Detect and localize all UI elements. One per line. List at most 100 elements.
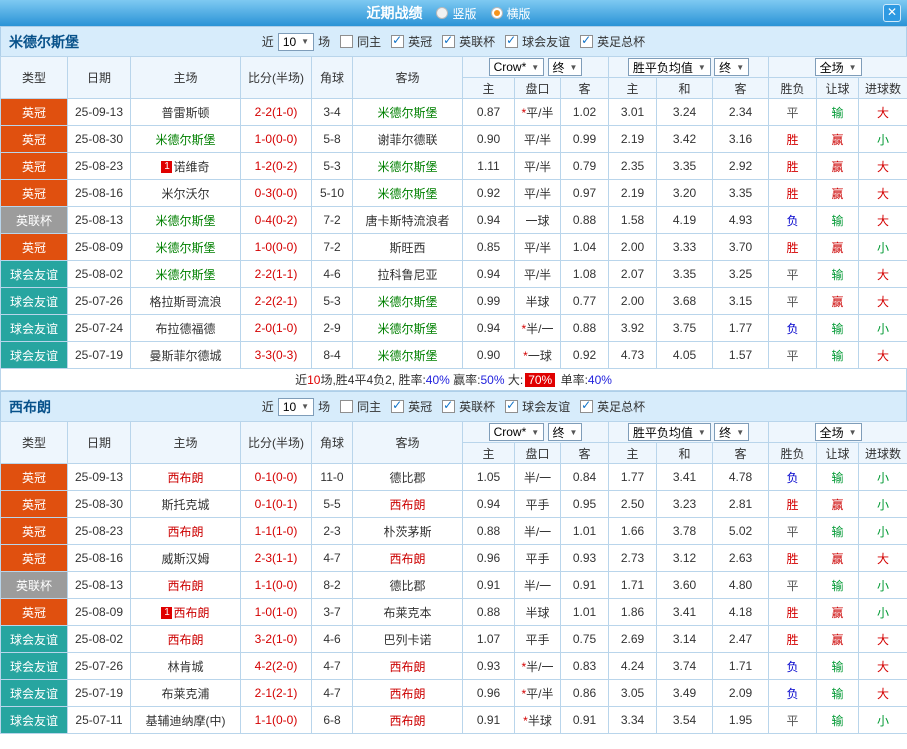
asia-final-select[interactable]: 终 bbox=[547, 423, 583, 441]
euro-home-odds: 3.05 bbox=[608, 679, 657, 707]
score-link[interactable]: 2-2(1-1) bbox=[240, 260, 312, 288]
home-team-link[interactable]: 西布朗 bbox=[167, 471, 203, 485]
vertical-layout-radio[interactable] bbox=[436, 7, 449, 19]
match-count-select[interactable]: 10 bbox=[277, 32, 315, 51]
score-link[interactable]: 2-2(1-0) bbox=[240, 98, 312, 126]
home-team-link[interactable]: 西布朗 bbox=[173, 606, 209, 620]
home-team-link[interactable]: 米德尔斯堡 bbox=[155, 133, 215, 147]
odds-company-select[interactable]: Crow* bbox=[488, 58, 545, 76]
same-home-checkbox[interactable] bbox=[340, 400, 354, 413]
score-link[interactable]: 0-1(0-0) bbox=[240, 463, 312, 491]
away-team-link[interactable]: 唐卡斯特流浪者 bbox=[365, 214, 449, 228]
home-team-link[interactable]: 格拉斯哥流浪 bbox=[149, 295, 221, 309]
away-team-link[interactable]: 米德尔斯堡 bbox=[377, 106, 437, 120]
away-team-link[interactable]: 米德尔斯堡 bbox=[377, 349, 437, 363]
home-team-link[interactable]: 曼斯菲尔德城 bbox=[149, 349, 221, 363]
fa-cup-checkbox[interactable] bbox=[580, 33, 594, 48]
score-link[interactable]: 0-3(0-0) bbox=[240, 179, 312, 207]
euro-home-odds: 2.19 bbox=[608, 125, 657, 153]
home-team-link[interactable]: 米尔沃尔 bbox=[161, 187, 209, 201]
section-team-name[interactable]: 米德尔斯堡 bbox=[9, 32, 79, 52]
score-link[interactable]: 4-2(2-0) bbox=[240, 652, 312, 680]
score-link[interactable]: 2-3(1-1) bbox=[240, 544, 312, 572]
championship-checkbox[interactable] bbox=[391, 398, 405, 413]
same-home-checkbox[interactable] bbox=[340, 35, 354, 48]
score-link[interactable]: 3-3(0-3) bbox=[240, 341, 312, 369]
away-team-link[interactable]: 拉科鲁尼亚 bbox=[377, 268, 437, 282]
odds-company-select[interactable]: Crow* bbox=[488, 423, 545, 441]
euro-avg-select[interactable]: 胜平负均值 bbox=[627, 58, 711, 76]
away-team-link[interactable]: 米德尔斯堡 bbox=[377, 295, 437, 309]
away-team-link[interactable]: 西布朗 bbox=[389, 498, 425, 512]
score-link[interactable]: 3-2(1-0) bbox=[240, 625, 312, 653]
asia-final-select[interactable]: 终 bbox=[547, 58, 583, 76]
handicap-value: 平/半 bbox=[523, 267, 552, 282]
home-team-link[interactable]: 米德尔斯堡 bbox=[155, 268, 215, 282]
home-team-link[interactable]: 威斯汉姆 bbox=[161, 552, 209, 566]
home-team-link[interactable]: 林肯城 bbox=[167, 660, 203, 674]
away-team-link[interactable]: 米德尔斯堡 bbox=[377, 322, 437, 336]
away-team-link[interactable]: 德比郡 bbox=[389, 471, 425, 485]
home-team-cell: 西布朗 bbox=[130, 517, 241, 545]
score-link[interactable]: 1-1(0-0) bbox=[240, 706, 312, 734]
home-team-link[interactable]: 诺维奇 bbox=[173, 160, 209, 174]
euro-final-select[interactable]: 终 bbox=[714, 58, 750, 76]
score-link[interactable]: 2-0(1-0) bbox=[240, 314, 312, 342]
col-home: 主场 bbox=[130, 56, 241, 99]
away-team-link[interactable]: 斯旺西 bbox=[389, 241, 425, 255]
euro-final-select[interactable]: 终 bbox=[714, 423, 750, 441]
fa-cup-checkbox[interactable] bbox=[580, 398, 594, 413]
handicap-result-indicator: 赢 bbox=[816, 287, 860, 315]
euro-draw-odds: 3.68 bbox=[656, 287, 713, 315]
away-team-link[interactable]: 米德尔斯堡 bbox=[377, 160, 437, 174]
score-link[interactable]: 2-1(2-1) bbox=[240, 679, 312, 707]
home-team-link[interactable]: 米德尔斯堡 bbox=[155, 214, 215, 228]
home-team-link[interactable]: 西布朗 bbox=[167, 633, 203, 647]
home-team-link[interactable]: 布莱克浦 bbox=[161, 687, 209, 701]
score-link[interactable]: 0-4(0-2) bbox=[240, 206, 312, 234]
home-team-link[interactable]: 基辅迪纳摩(中) bbox=[146, 714, 226, 728]
fulltime-select[interactable]: 全场 bbox=[814, 423, 862, 441]
score-link[interactable]: 1-0(0-0) bbox=[240, 233, 312, 261]
result-indicator: 负 bbox=[768, 206, 818, 234]
score-link[interactable]: 1-0(1-0) bbox=[240, 598, 312, 626]
col-score: 比分(半场) bbox=[240, 56, 312, 99]
match-row: 英冠 25-09-13 西布朗 0-1(0-0) 11-0 德比郡 1.05 半… bbox=[0, 463, 907, 491]
fulltime-select[interactable]: 全场 bbox=[814, 58, 862, 76]
euro-avg-select[interactable]: 胜平负均值 bbox=[627, 423, 711, 441]
championship-checkbox[interactable] bbox=[391, 33, 405, 48]
score-link[interactable]: 1-1(1-0) bbox=[240, 517, 312, 545]
away-team-link[interactable]: 米德尔斯堡 bbox=[377, 187, 437, 201]
away-team-link[interactable]: 西布朗 bbox=[389, 660, 425, 674]
away-team-link[interactable]: 布莱克本 bbox=[383, 606, 431, 620]
friendly-checkbox[interactable] bbox=[505, 398, 519, 413]
score-link[interactable]: 0-1(0-1) bbox=[240, 490, 312, 518]
friendly-checkbox[interactable] bbox=[505, 33, 519, 48]
close-icon[interactable]: ✕ bbox=[883, 4, 901, 22]
home-team-link[interactable]: 斯托克城 bbox=[161, 498, 209, 512]
away-team-link[interactable]: 朴茨茅斯 bbox=[383, 525, 431, 539]
col-corner: 角球 bbox=[311, 56, 353, 99]
home-team-link[interactable]: 普雷斯顿 bbox=[161, 106, 209, 120]
away-team-link[interactable]: 巴列卡诺 bbox=[383, 633, 431, 647]
home-team-cell: 米德尔斯堡 bbox=[130, 125, 241, 153]
horizontal-layout-radio[interactable] bbox=[490, 7, 503, 19]
away-team-link[interactable]: 西布朗 bbox=[389, 687, 425, 701]
score-link[interactable]: 1-2(0-2) bbox=[240, 152, 312, 180]
home-team-link[interactable]: 布拉德福德 bbox=[155, 322, 215, 336]
score-link[interactable]: 1-1(0-0) bbox=[240, 571, 312, 599]
away-team-link[interactable]: 西布朗 bbox=[389, 714, 425, 728]
league-type-badge: 英冠 bbox=[0, 598, 68, 626]
efl-cup-checkbox[interactable] bbox=[442, 33, 456, 48]
score-link[interactable]: 1-0(0-0) bbox=[240, 125, 312, 153]
away-team-link[interactable]: 西布朗 bbox=[389, 552, 425, 566]
home-team-link[interactable]: 西布朗 bbox=[167, 579, 203, 593]
away-team-link[interactable]: 谢菲尔德联 bbox=[377, 133, 437, 147]
away-team-link[interactable]: 德比郡 bbox=[389, 579, 425, 593]
home-team-link[interactable]: 西布朗 bbox=[167, 525, 203, 539]
home-team-link[interactable]: 米德尔斯堡 bbox=[155, 241, 215, 255]
score-link[interactable]: 2-2(2-1) bbox=[240, 287, 312, 315]
section-team-name[interactable]: 西布朗 bbox=[9, 397, 51, 417]
efl-cup-checkbox[interactable] bbox=[442, 398, 456, 413]
match-count-select[interactable]: 10 bbox=[277, 397, 315, 416]
